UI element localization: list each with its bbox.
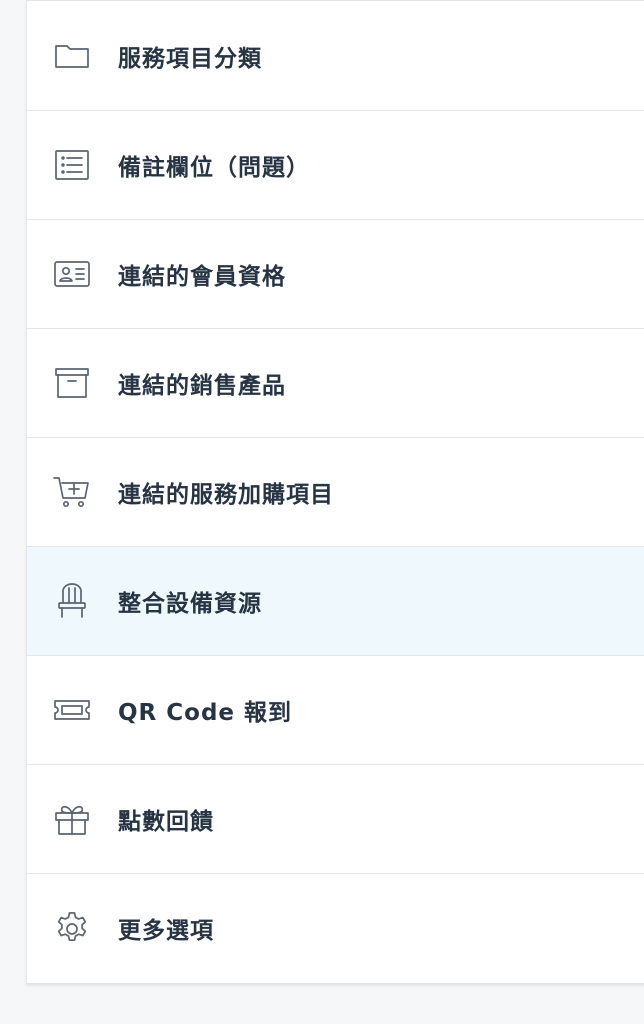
menu-item-label: 點數回饋 — [118, 809, 214, 835]
menu-item-label: 服務項目分類 — [118, 45, 262, 72]
folder-icon — [53, 37, 91, 75]
archive-box-icon — [53, 364, 91, 402]
menu-item-note-fields[interactable]: 備註欄位（問題） — [27, 110, 644, 219]
ticket-icon — [53, 691, 91, 729]
list-icon — [53, 146, 91, 184]
menu-item-linked-addons[interactable]: 連結的服務加購項目 — [27, 437, 644, 546]
gift-icon — [53, 800, 91, 838]
cart-plus-icon — [53, 473, 91, 511]
menu-item-label: QR Code 報到 — [118, 700, 293, 726]
menu-item-label: 連結的會員資格 — [118, 264, 286, 290]
menu-item-label: 整合設備資源 — [118, 591, 262, 617]
menu-item-equipment-resources[interactable]: 整合設備資源 — [27, 546, 644, 655]
menu-item-label: 備註欄位（問題） — [118, 155, 310, 181]
menu-item-label: 連結的服務加購項目 — [118, 482, 334, 508]
gear-icon — [53, 909, 91, 947]
menu-item-label: 連結的銷售產品 — [118, 373, 286, 399]
menu-item-point-rewards[interactable]: 點數回饋 — [27, 764, 644, 873]
menu-item-linked-products[interactable]: 連結的銷售產品 — [27, 328, 644, 437]
menu-item-service-categories[interactable]: 服務項目分類 — [27, 0, 644, 110]
menu-item-more-options[interactable]: 更多選項 — [27, 873, 644, 982]
chair-icon — [53, 582, 91, 620]
menu-item-label: 更多選項 — [118, 918, 214, 944]
menu-item-qr-checkin[interactable]: QR Code 報到 — [27, 655, 644, 764]
menu-item-linked-memberships[interactable]: 連結的會員資格 — [27, 219, 644, 328]
settings-menu-panel: 服務項目分類 備註欄位（問題） 連結的會員資格 連結的銷售產品 連結的服務加購項… — [26, 0, 644, 984]
id-card-icon — [53, 255, 91, 293]
